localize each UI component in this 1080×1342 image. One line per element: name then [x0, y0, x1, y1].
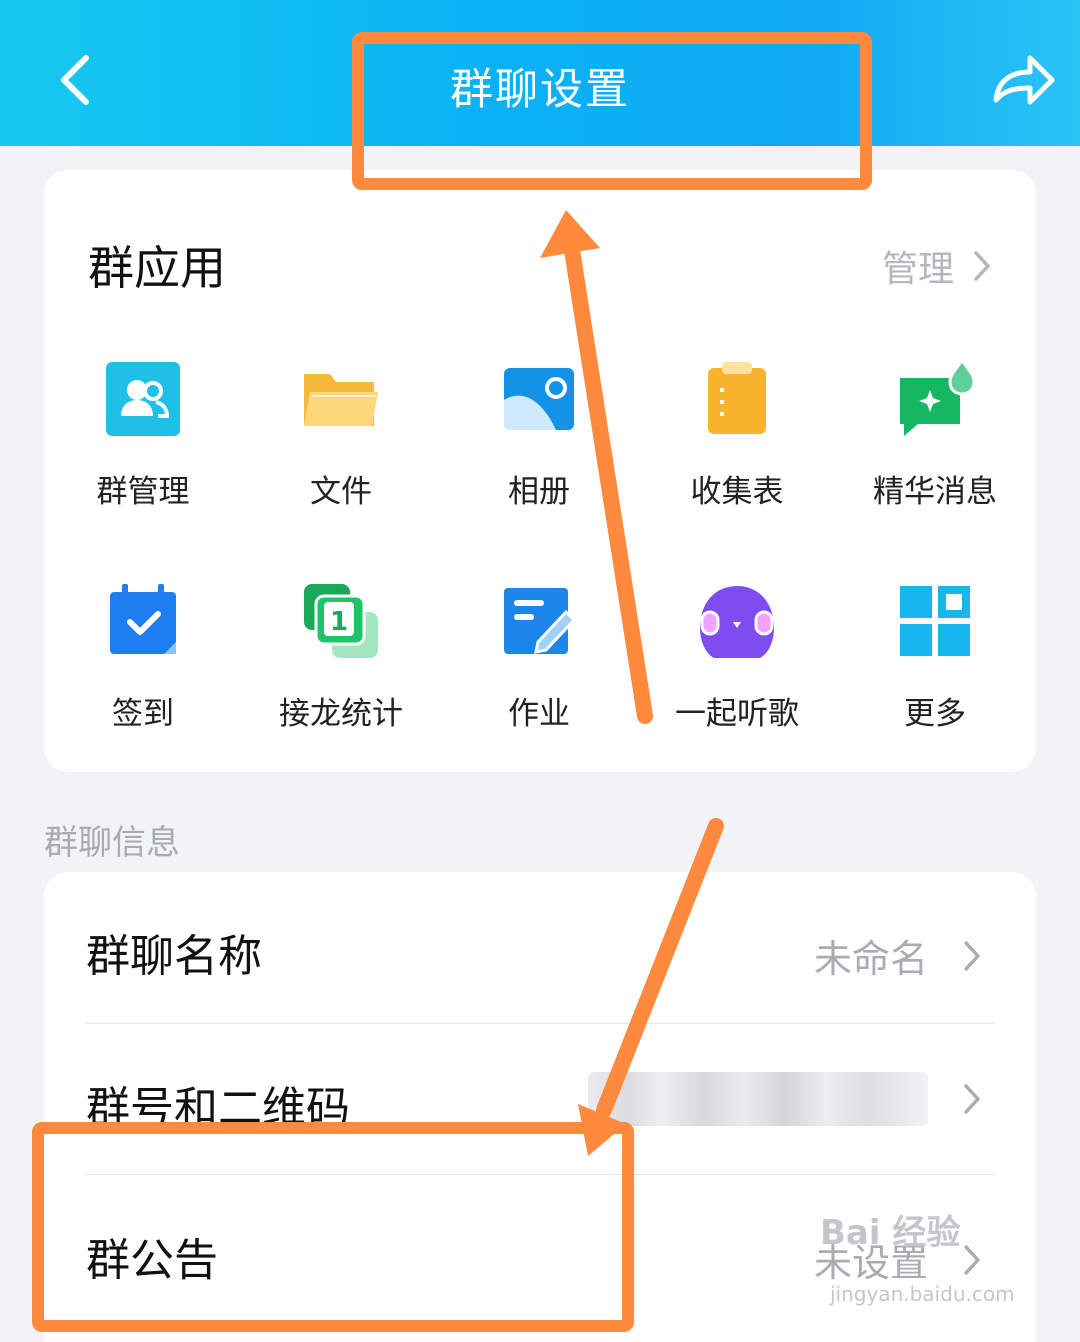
svg-text:1: 1 [330, 607, 348, 637]
app-label: 群管理 [96, 474, 190, 510]
app-label: 相册 [508, 474, 570, 510]
calendar-check-icon [110, 584, 176, 654]
app-listen-together[interactable]: 一起听歌 [638, 582, 836, 733]
app-label: 接龙统计 [279, 696, 403, 732]
row-divider [86, 1174, 994, 1175]
page-title: 群聊设置 [450, 65, 630, 115]
group-info-card: 群聊名称 未命名 群号和二维码 群公告 未设置 [44, 872, 1036, 1342]
app-group-manage[interactable]: 群管理 [44, 360, 242, 511]
more-grid-icon [900, 586, 970, 656]
listen-together-icon [700, 586, 774, 658]
photo-album-icon [504, 368, 574, 430]
group-name-value: 未命名 [813, 937, 928, 981]
manage-label: 管理 [881, 249, 954, 290]
chevron-right-icon [964, 940, 980, 971]
group-name-row[interactable]: 群聊名称 未命名 [44, 872, 1036, 1022]
group-info-section-label: 群聊信息 [44, 823, 180, 863]
share-arrow-icon[interactable] [988, 48, 1058, 112]
app-highlight-messages[interactable]: 精华消息 [836, 357, 1034, 511]
group-apps-title: 群应用 [88, 241, 226, 295]
app-relay-count[interactable]: 1 接龙统计 [242, 582, 440, 733]
app-label: 更多 [904, 696, 966, 732]
chevron-right-icon [974, 251, 990, 281]
homework-icon [504, 588, 577, 654]
app-files[interactable]: 文件 [242, 360, 440, 511]
group-number-qr-row[interactable]: 群号和二维码 [44, 1024, 1036, 1174]
group-manage-icon [106, 362, 180, 436]
app-check-in[interactable]: 签到 [44, 582, 242, 733]
app-collect-form[interactable]: 收集表 [638, 360, 836, 511]
clipboard-icon [708, 362, 766, 434]
relay-count-icon: 1 [304, 584, 378, 658]
app-label: 签到 [112, 696, 174, 732]
baidu-watermark: Bai 经验 [820, 1213, 961, 1253]
group-apps-card: 群应用 管理 群管理 文件 相册 收集表 精华消息 签到 1 接龙统计 作业 一… [44, 170, 1036, 772]
blurred-group-number [588, 1072, 928, 1126]
app-label: 收集表 [690, 474, 784, 510]
highlight-message-icon [900, 357, 976, 436]
baidu-watermark-url: jingyan.baidu.com [830, 1282, 1015, 1306]
app-album[interactable]: 相册 [440, 360, 638, 511]
app-label: 一起听歌 [675, 696, 799, 732]
app-label: 作业 [508, 696, 570, 732]
chevron-right-icon [964, 1244, 980, 1275]
app-more[interactable]: 更多 [836, 582, 1034, 733]
group-announcement-label: 群公告 [86, 1235, 218, 1286]
folder-icon [304, 374, 378, 426]
app-homework[interactable]: 作业 [440, 582, 638, 733]
header-bar: 群聊设置 [0, 0, 1080, 146]
manage-button[interactable]: 管理 [882, 240, 992, 292]
group-number-qr-label: 群号和二维码 [86, 1083, 350, 1134]
app-label: 文件 [310, 474, 372, 510]
group-name-label: 群聊名称 [86, 931, 262, 982]
chevron-right-icon [964, 1084, 980, 1114]
app-label: 精华消息 [873, 474, 997, 510]
